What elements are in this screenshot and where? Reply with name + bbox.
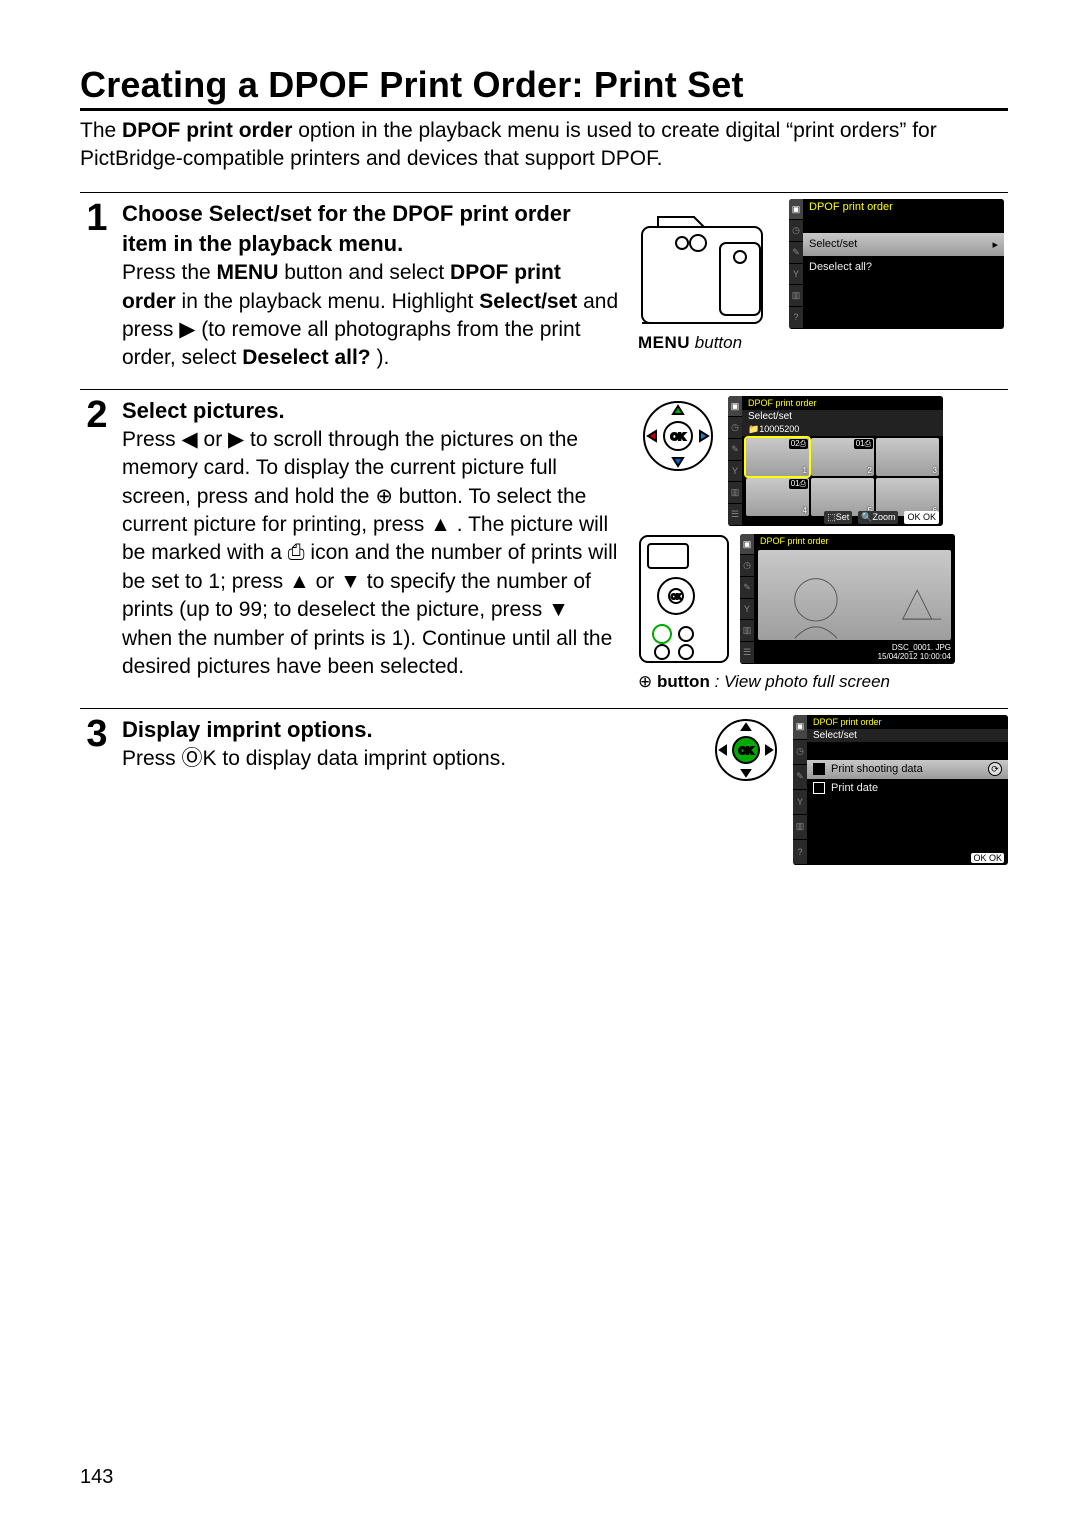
step-number: 2 bbox=[80, 396, 114, 434]
lcd-tab: ▣ bbox=[789, 199, 803, 221]
svg-text:OK: OK bbox=[671, 432, 687, 443]
lcd-menu-screen: ▣ ◷ ✎ Y ▥ ? DPOF print order Select/set▸ bbox=[789, 199, 1004, 329]
step-number: 1 bbox=[80, 199, 114, 237]
divider bbox=[80, 389, 1008, 390]
step-3: 3 Display imprint options. Press ⓄK to d… bbox=[80, 715, 1008, 865]
lcd-tab: ? bbox=[789, 307, 803, 329]
lcd-option-shooting-data: Print shooting data ⟳ bbox=[807, 760, 1008, 779]
lcd-tab: ▥ bbox=[789, 285, 803, 307]
ok-button-icon: OK bbox=[711, 715, 781, 785]
step-3-text: Display imprint options. Press ⓄK to dis… bbox=[122, 715, 620, 865]
lcd-imprint-options: ▣◷✎ Y▥? DPOF print order Select/set Prin… bbox=[793, 715, 1008, 865]
page-title: Creating a DPOF Print Order: Print Set bbox=[80, 64, 1008, 111]
svg-text:OK: OK bbox=[739, 746, 755, 757]
manual-page: Creating a DPOF Print Order: Print Set T… bbox=[0, 0, 1080, 1529]
step-2: 2 Select pictures. Press ◀ or ▶ to scrol… bbox=[80, 396, 1008, 692]
lcd-fullscreen-preview: ▣◷✎ Y▥☰ DPOF print order bbox=[740, 534, 955, 664]
step-1-figure: ▣ ◷ ✎ Y ▥ ? DPOF print order Select/set▸ bbox=[638, 199, 1008, 373]
camera-back-icon: OK bbox=[638, 534, 730, 664]
step-2-text: Select pictures. Press ◀ or ▶ to scroll … bbox=[122, 396, 620, 692]
lcd-tab: ✎ bbox=[789, 242, 803, 264]
page-number: 143 bbox=[80, 1466, 113, 1489]
lcd-thumbnail-screen: ▣◷✎ Y▥☰ DPOF print order Select/set 📁100… bbox=[728, 396, 943, 526]
lcd-title: DPOF print order bbox=[803, 199, 1004, 215]
camera-outline-icon bbox=[638, 199, 783, 329]
lcd-row-deselect: Deselect all? bbox=[803, 256, 1004, 279]
lcd-tab: ◷ bbox=[789, 220, 803, 242]
divider bbox=[80, 708, 1008, 709]
step-1: 1 Choose Select/set for the DPOF print o… bbox=[80, 199, 1008, 373]
photo-placeholder-icon bbox=[758, 550, 951, 640]
step-2-figure: OK ▣◷✎ Y▥☰ DPOF print or bbox=[638, 396, 1008, 692]
intro-paragraph: The DPOF print order option in the playb… bbox=[80, 117, 1008, 174]
step-3-figure: OK ▣◷✎ Y▥? DPOF print or bbox=[638, 715, 1008, 865]
svg-text:OK: OK bbox=[671, 594, 681, 601]
figure-caption: ⊕ button : View photo full screen bbox=[638, 672, 1008, 692]
lcd-row-selectset: Select/set▸ bbox=[803, 233, 1004, 256]
divider bbox=[80, 192, 1008, 193]
step-number: 3 bbox=[80, 715, 114, 753]
multi-selector-icon: OK bbox=[638, 396, 718, 476]
lcd-tab: Y bbox=[789, 264, 803, 286]
step-1-text: Choose Select/set for the DPOF print ord… bbox=[122, 199, 620, 373]
figure-caption: MENU button bbox=[638, 333, 1008, 353]
lcd-option-print-date: Print date bbox=[807, 779, 1008, 798]
